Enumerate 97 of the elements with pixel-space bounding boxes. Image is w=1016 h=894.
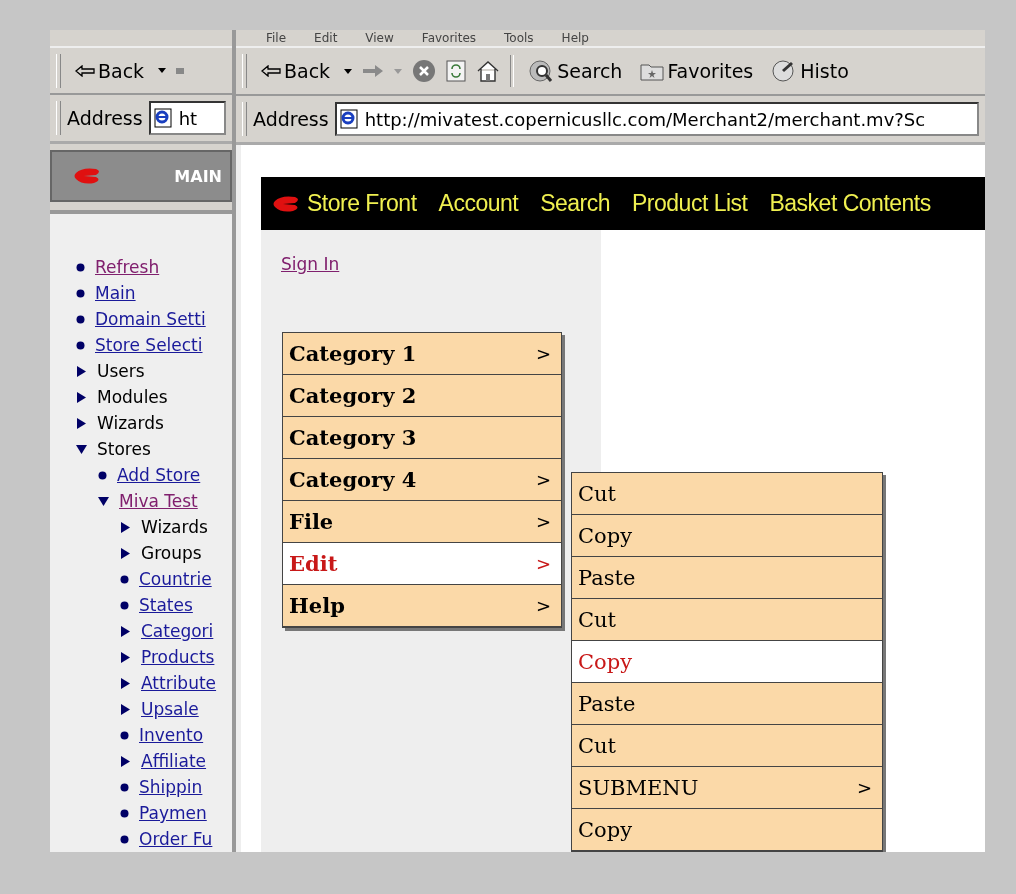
tree-link[interactable]: Affiliate bbox=[141, 751, 207, 771]
collapsed-triangle-icon[interactable] bbox=[76, 365, 87, 377]
logo-icon bbox=[271, 194, 301, 213]
address-label: Address bbox=[253, 108, 329, 130]
sidebar-title: MAIN bbox=[174, 166, 222, 186]
stop-icon[interactable] bbox=[412, 59, 437, 83]
tree-link[interactable]: Attribute bbox=[141, 673, 217, 693]
back-button[interactable]: Back bbox=[71, 59, 149, 82]
favorites-button[interactable]: Favorites bbox=[636, 60, 758, 82]
nav-link[interactable]: Store Front bbox=[307, 190, 417, 217]
address-field[interactable]: ht bbox=[148, 101, 226, 136]
collapsed-triangle-icon[interactable] bbox=[120, 547, 131, 559]
bullet-icon bbox=[76, 314, 85, 324]
collapsed-triangle-icon[interactable] bbox=[120, 521, 131, 533]
address-field[interactable]: http://mivatest.copernicusllc.com/Merchant2/merchant.mv?Sc bbox=[334, 102, 979, 136]
expanded-triangle-icon[interactable] bbox=[98, 495, 109, 507]
tree-item[interactable]: Stores bbox=[97, 439, 151, 459]
tree-link[interactable]: Invento bbox=[139, 725, 204, 745]
menu-item[interactable]: SUBMENU > bbox=[572, 767, 882, 809]
menu-item[interactable]: Cut bbox=[572, 725, 882, 767]
menu-item[interactable]: Cut bbox=[572, 599, 882, 641]
bullet-icon bbox=[76, 262, 85, 272]
tree-link[interactable]: Refresh bbox=[95, 257, 160, 277]
caret-icon[interactable] bbox=[158, 68, 167, 74]
collapsed-triangle-icon[interactable] bbox=[120, 755, 131, 767]
page-icon bbox=[338, 109, 359, 129]
tree-link[interactable]: Countrie bbox=[139, 569, 212, 589]
menu-item[interactable]: Cut bbox=[572, 473, 882, 515]
tree-link[interactable]: Main bbox=[95, 283, 136, 303]
bullet-icon bbox=[120, 834, 129, 844]
bullet-icon bbox=[120, 574, 129, 584]
tree-link[interactable]: Miva Test bbox=[119, 491, 198, 511]
tree-item[interactable]: Modules bbox=[97, 387, 168, 407]
menu-item[interactable]: File > bbox=[283, 501, 561, 543]
menu-item[interactable]: Category 4 > bbox=[283, 459, 561, 501]
tree-link[interactable]: Order Fu bbox=[139, 829, 213, 849]
tree-link[interactable]: States bbox=[139, 595, 193, 615]
menu-item[interactable]: Paste bbox=[572, 557, 882, 599]
menu-item[interactable]: Copy bbox=[572, 515, 882, 557]
menu-item[interactable]: Category 2 bbox=[283, 375, 561, 417]
menu-item[interactable]: Category 3 bbox=[283, 417, 561, 459]
collapsed-triangle-icon[interactable] bbox=[120, 703, 131, 715]
menu-item[interactable]: Edit bbox=[314, 30, 338, 46]
address-label: Address bbox=[67, 107, 143, 130]
sign-in-link[interactable]: Sign In bbox=[281, 254, 340, 274]
tree-link[interactable]: Domain Setti bbox=[95, 309, 206, 329]
tree-link[interactable]: Products bbox=[141, 647, 215, 667]
collapsed-triangle-icon[interactable] bbox=[76, 391, 87, 403]
refresh-icon[interactable] bbox=[446, 60, 467, 82]
bullet-icon bbox=[120, 808, 129, 818]
tree-item[interactable]: Wizards bbox=[97, 413, 164, 433]
menu-item[interactable]: Paste bbox=[572, 683, 882, 725]
back-arrow-icon bbox=[261, 65, 281, 77]
collapsed-triangle-icon[interactable] bbox=[120, 677, 131, 689]
menu-item[interactable]: Category 1 > bbox=[283, 333, 561, 375]
caret-icon[interactable] bbox=[344, 68, 353, 74]
folder-icon bbox=[640, 61, 665, 81]
collapsed-triangle-icon[interactable] bbox=[120, 651, 131, 663]
bullet-icon bbox=[76, 340, 85, 350]
tree-item[interactable]: Groups bbox=[141, 543, 202, 563]
bullet-icon bbox=[98, 470, 107, 480]
back-button[interactable]: Back bbox=[257, 60, 335, 82]
history-button[interactable]: Histo bbox=[767, 59, 853, 83]
collapsed-triangle-icon[interactable] bbox=[76, 417, 87, 429]
menu-item[interactable]: Copy bbox=[572, 641, 882, 683]
tree-link[interactable]: Categori bbox=[141, 621, 214, 641]
back-arrow-icon bbox=[75, 64, 95, 77]
tree-link[interactable]: Shippin bbox=[139, 777, 203, 797]
menu-item[interactable]: Edit > bbox=[283, 543, 561, 585]
tree-item[interactable]: Users bbox=[97, 361, 145, 381]
tree-link[interactable]: Paymen bbox=[139, 803, 207, 823]
menu-item[interactable]: Tools bbox=[504, 30, 534, 46]
search-icon bbox=[528, 59, 555, 83]
menu-item[interactable]: Help bbox=[561, 30, 589, 46]
menu-item[interactable]: Help > bbox=[283, 585, 561, 627]
menu-item[interactable]: Favorites bbox=[421, 30, 477, 46]
menu-item[interactable]: File bbox=[266, 30, 287, 46]
menu-item[interactable]: Copy bbox=[572, 809, 882, 851]
bullet-icon bbox=[120, 730, 129, 740]
logo-icon bbox=[72, 167, 102, 185]
bullet-icon bbox=[76, 288, 85, 298]
tree-link[interactable]: Upsale bbox=[141, 699, 199, 719]
search-button[interactable]: Search bbox=[524, 59, 627, 83]
nav-link[interactable]: Account bbox=[438, 190, 519, 217]
bullet-icon bbox=[120, 600, 129, 610]
home-icon[interactable] bbox=[476, 60, 501, 82]
collapsed-triangle-icon[interactable] bbox=[120, 625, 131, 637]
tree-item[interactable]: Wizards bbox=[141, 517, 208, 537]
nav-link[interactable]: Search bbox=[540, 190, 611, 217]
expanded-triangle-icon[interactable] bbox=[76, 443, 87, 455]
tree-link[interactable]: Store Selecti bbox=[95, 335, 203, 355]
nav-link[interactable]: Basket Contents bbox=[769, 190, 931, 217]
tree-link[interactable]: Add Store bbox=[117, 465, 201, 485]
page-icon bbox=[152, 108, 173, 129]
bullet-icon bbox=[120, 782, 129, 792]
nav-link[interactable]: Product List bbox=[632, 190, 748, 217]
menu-item[interactable]: View bbox=[365, 30, 394, 46]
